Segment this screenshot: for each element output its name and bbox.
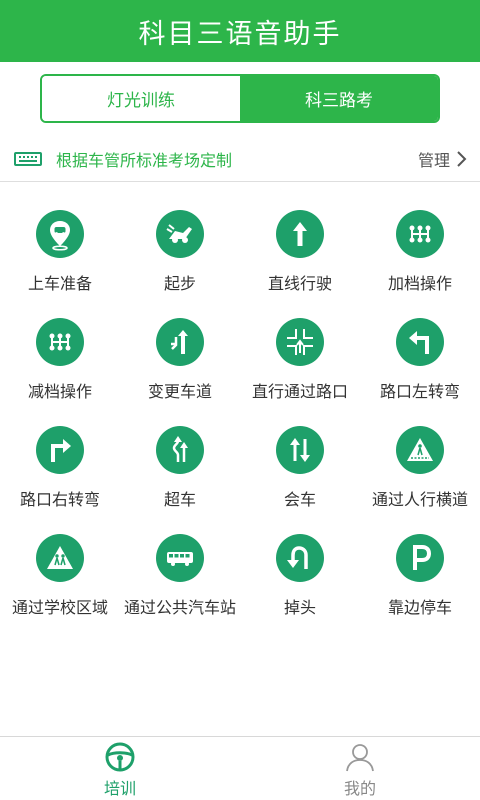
intersection-icon [276, 318, 324, 366]
item-meeting[interactable]: 会车 [240, 426, 360, 534]
item-straight[interactable]: 直线行驶 [240, 210, 360, 318]
school-zone-icon [36, 534, 84, 582]
bottom-tab-bar: 培训 我的 [0, 736, 480, 800]
item-label: 靠边停车 [387, 598, 452, 617]
tab-training[interactable]: 培训 [0, 737, 240, 800]
item-label: 通过学校区域 [11, 598, 108, 617]
u-turn-icon [276, 534, 324, 582]
item-label: 直线行驶 [267, 274, 332, 293]
item-gear-up[interactable]: 加档操作 [360, 210, 480, 318]
tab-label: 我的 [343, 779, 376, 798]
item-turn-left[interactable]: 路口左转弯 [360, 318, 480, 426]
tab-label: 培训 [103, 779, 136, 798]
item-parking[interactable]: 靠边停车 [360, 534, 480, 642]
turn-left-icon [396, 318, 444, 366]
item-label: 通过人行横道 [371, 490, 468, 509]
user-icon [346, 744, 374, 772]
item-label: 起步 [163, 274, 196, 293]
item-school[interactable]: 通过学校区域 [0, 534, 120, 642]
manage-link[interactable]: 管理 [418, 147, 450, 171]
item-label: 直行通过路口 [251, 382, 348, 401]
item-u-turn[interactable]: 掉头 [240, 534, 360, 642]
turn-right-icon [36, 426, 84, 474]
start-car-icon [156, 210, 204, 258]
item-label: 通过公共汽车站 [123, 598, 236, 617]
gear-shift-up-icon [396, 210, 444, 258]
page-title: 科目三语音助手 [138, 18, 342, 50]
notice-text: 根据车管所标准考场定制 [56, 150, 233, 170]
item-label: 超车 [163, 490, 196, 509]
item-bus-stop[interactable]: 通过公共汽车站 [120, 534, 240, 642]
gear-shift-down-icon [36, 318, 84, 366]
item-label: 变更车道 [147, 382, 212, 401]
item-start[interactable]: 起步 [120, 210, 240, 318]
item-crosswalk[interactable]: 通过人行横道 [360, 426, 480, 534]
item-label: 加档操作 [387, 274, 452, 293]
item-gear-down[interactable]: 减档操作 [0, 318, 120, 426]
location-car-icon [36, 210, 84, 258]
overtake-icon [156, 426, 204, 474]
parking-icon [396, 534, 444, 582]
item-label: 上车准备 [27, 274, 92, 293]
two-way-icon [276, 426, 324, 474]
item-prepare[interactable]: 上车准备 [0, 210, 120, 318]
item-lane-change[interactable]: 变更车道 [120, 318, 240, 426]
mode-segmented-control: 灯光训练 科三路考 [40, 74, 440, 123]
item-turn-right[interactable]: 路口右转弯 [0, 426, 120, 534]
training-items-grid: 上车准备 起步 直线行驶 加档操作 减档操作 变更车道 直行通过路口 路口左转弯… [0, 210, 480, 642]
item-label: 会车 [283, 490, 316, 509]
item-intersection[interactable]: 直行通过路口 [240, 318, 360, 426]
tab-mine[interactable]: 我的 [240, 737, 480, 800]
title-bar: 科目三语音助手 [0, 0, 480, 62]
tab-light-training[interactable]: 灯光训练 [42, 76, 240, 121]
chevron-right-icon[interactable] [456, 150, 468, 168]
item-label: 掉头 [283, 598, 316, 617]
item-overtake[interactable]: 超车 [120, 426, 240, 534]
keyboard-icon [14, 150, 42, 168]
arrow-up-icon [276, 210, 324, 258]
tab-road-test[interactable]: 科三路考 [240, 76, 438, 121]
bus-icon [156, 534, 204, 582]
lane-change-icon [156, 318, 204, 366]
item-label: 路口左转弯 [379, 382, 460, 401]
item-label: 减档操作 [27, 382, 92, 401]
pedestrian-crossing-icon [396, 426, 444, 474]
steering-wheel-icon [105, 742, 135, 772]
item-label: 路口右转弯 [19, 490, 100, 509]
notice-bar[interactable]: 根据车管所标准考场定制 管理 [0, 136, 480, 182]
